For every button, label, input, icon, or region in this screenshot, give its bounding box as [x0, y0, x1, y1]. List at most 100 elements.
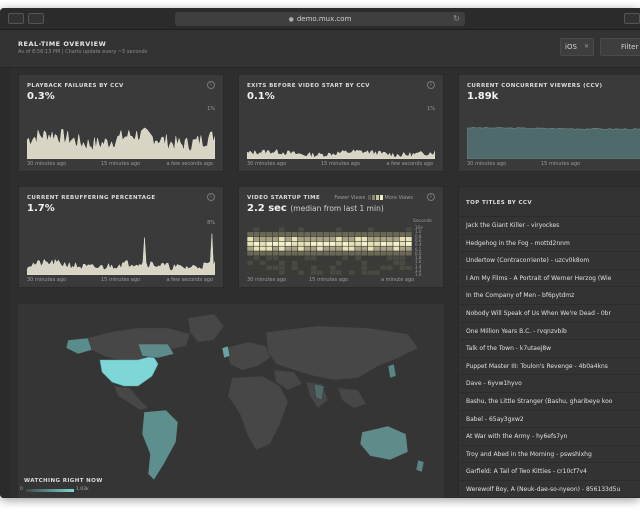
- top-title-row[interactable]: One Million Years B.C. - rvqnzvbib: [458, 321, 640, 340]
- top-title-row[interactable]: At War with the Army - hy6efs7yn: [458, 427, 640, 445]
- heatmap-cell: [323, 251, 330, 256]
- top-title-row[interactable]: I Am My Films - A Portrait of Werner Her…: [458, 268, 640, 287]
- heatmap-cell: [355, 270, 361, 275]
- panel-title: VIDEO STARTUP TIME: [247, 195, 321, 201]
- heatmap-cell: [399, 260, 406, 266]
- top-title-row[interactable]: Bashu, the Little Stranger (Bashu, ghari…: [458, 391, 640, 410]
- heatmap-cell: [323, 246, 330, 251]
- heatmap-cell: [291, 246, 298, 251]
- top-title-row[interactable]: Dave - 6yvw1hyvo: [458, 374, 640, 392]
- heatmap-cell: [329, 256, 336, 261]
- heatmap-cell: [399, 232, 406, 237]
- heatmap-cell: [361, 227, 368, 232]
- heatmap-cell: [355, 246, 361, 251]
- info-icon[interactable]: i: [427, 193, 435, 201]
- map-region-central-america: [113, 385, 149, 411]
- filter-input[interactable]: Filter: [600, 38, 640, 56]
- heatmap-cell: [298, 236, 304, 242]
- heatmap-cell: [304, 256, 311, 261]
- heatmap-cell: [266, 265, 272, 270]
- heatmap-cell: [323, 260, 330, 266]
- heatmap-cell: [304, 265, 311, 270]
- top-title-row[interactable]: Troy and Abed in the Morning - pswshlxhg: [458, 444, 640, 463]
- heatmap-cell: [374, 232, 380, 237]
- clear-filter-icon[interactable]: ✕: [584, 39, 589, 55]
- top-title-row[interactable]: Garfield: A Tail of Two Kitties - cr10cf…: [458, 462, 640, 480]
- heatmap-cell: [399, 236, 406, 242]
- rebuffering-area: [27, 233, 215, 275]
- heatmap-cell: [260, 270, 266, 275]
- top-title-row[interactable]: Undertow (Contracorriente) - uzcv0k8om: [458, 251, 640, 269]
- top-title-row[interactable]: Nobody Will Speak of Us When We're Dead …: [458, 303, 640, 322]
- heatmap-cell: [336, 265, 342, 270]
- heatmap-cell: [260, 241, 266, 246]
- panel-value: 1.89k: [467, 91, 499, 102]
- heatmap-cell: [380, 227, 387, 232]
- top-title-row[interactable]: Babel - 65ay3gxw2: [458, 409, 640, 428]
- sidebar-toggle-icon[interactable]: [28, 13, 44, 24]
- heatmap-cell: [342, 270, 349, 275]
- heatmap-cell: [393, 265, 399, 270]
- heatmap-cell: [279, 227, 285, 232]
- address-bar[interactable]: ● demo.mux.com ↻: [175, 12, 465, 26]
- panel-value: 0.1%: [247, 91, 275, 102]
- heatmap-cell: [399, 227, 406, 232]
- heatmap-cell: [279, 246, 285, 251]
- share-icon[interactable]: [624, 13, 640, 24]
- heatmap-cell: [323, 270, 330, 275]
- heatmap-cell: [336, 246, 342, 251]
- info-icon[interactable]: i: [427, 81, 435, 89]
- info-icon[interactable]: i: [207, 193, 215, 201]
- heatmap-cell: [380, 270, 387, 275]
- legend-swatch: [379, 195, 383, 200]
- heatmap-cell: [272, 265, 279, 270]
- heatmap-cell: [367, 251, 374, 256]
- heatmap-cell: [386, 260, 393, 266]
- heatmap-cell: [253, 236, 260, 242]
- heatmap-cell: [374, 241, 380, 246]
- heatmap-cell: [380, 241, 387, 246]
- heatmap-cell: [336, 256, 342, 261]
- info-icon[interactable]: i: [207, 81, 215, 89]
- heatmap-cell: [279, 251, 285, 256]
- heatmap-cell: [367, 256, 374, 261]
- heatmap-cell: [361, 270, 368, 275]
- heatmap-cell: [285, 270, 292, 275]
- heatmap-cell: [317, 227, 323, 232]
- heatmap-cell: [266, 232, 272, 237]
- heatmap-cell: [355, 251, 361, 256]
- heatmap-cell: [253, 265, 260, 270]
- heatmap-cell: [367, 265, 374, 270]
- heatmap-cell: [342, 265, 349, 270]
- heatmap-cell: [317, 232, 323, 237]
- heatmap-cell: [374, 265, 380, 270]
- reload-icon[interactable]: ↻: [453, 12, 460, 26]
- heatmap-cell: [253, 270, 260, 275]
- heatmap-cell: [348, 241, 355, 246]
- heatmap-cell: [380, 265, 387, 270]
- heatmap-cell: [285, 246, 292, 251]
- heatmap-cell: [393, 251, 399, 256]
- heatmap-cell: [399, 270, 406, 275]
- heatmap-cell: [342, 251, 349, 256]
- legend-swatch: [371, 195, 375, 200]
- top-title-row[interactable]: Puppet Master III: Toulon's Revenge - 4b…: [458, 356, 640, 375]
- x-label-mid: 15 minutes ago: [309, 277, 349, 283]
- top-title-row[interactable]: Werewolf Boy, A (Neuk-dae-so-nyeon) - 85…: [458, 479, 640, 498]
- top-title-row[interactable]: In the Company of Men - bf6pytdmz: [458, 286, 640, 304]
- back-icon[interactable]: [8, 13, 24, 24]
- heatmap-cell: [406, 232, 412, 237]
- x-label-mid: 15 minutes ago: [541, 161, 581, 167]
- heatmap-cell: [291, 241, 298, 246]
- heatmap-cell: [374, 251, 380, 256]
- heatmap-cell: [279, 270, 285, 275]
- top-title-row[interactable]: Jack the Giant Killer - viryockes: [458, 216, 640, 234]
- heatmap-cell: [253, 256, 260, 261]
- top-title-row[interactable]: Hedgehog in the Fog - mottd2nnm: [458, 233, 640, 252]
- top-title-row[interactable]: Talk of the Town - k7utaej8w: [458, 339, 640, 357]
- heatmap-cell: [406, 236, 412, 242]
- map-region-canada-east: [137, 343, 175, 359]
- heatmap-cell: [386, 232, 393, 237]
- heatmap-cell: [361, 236, 368, 242]
- platform-filter-select[interactable]: iOS ✕: [560, 38, 594, 56]
